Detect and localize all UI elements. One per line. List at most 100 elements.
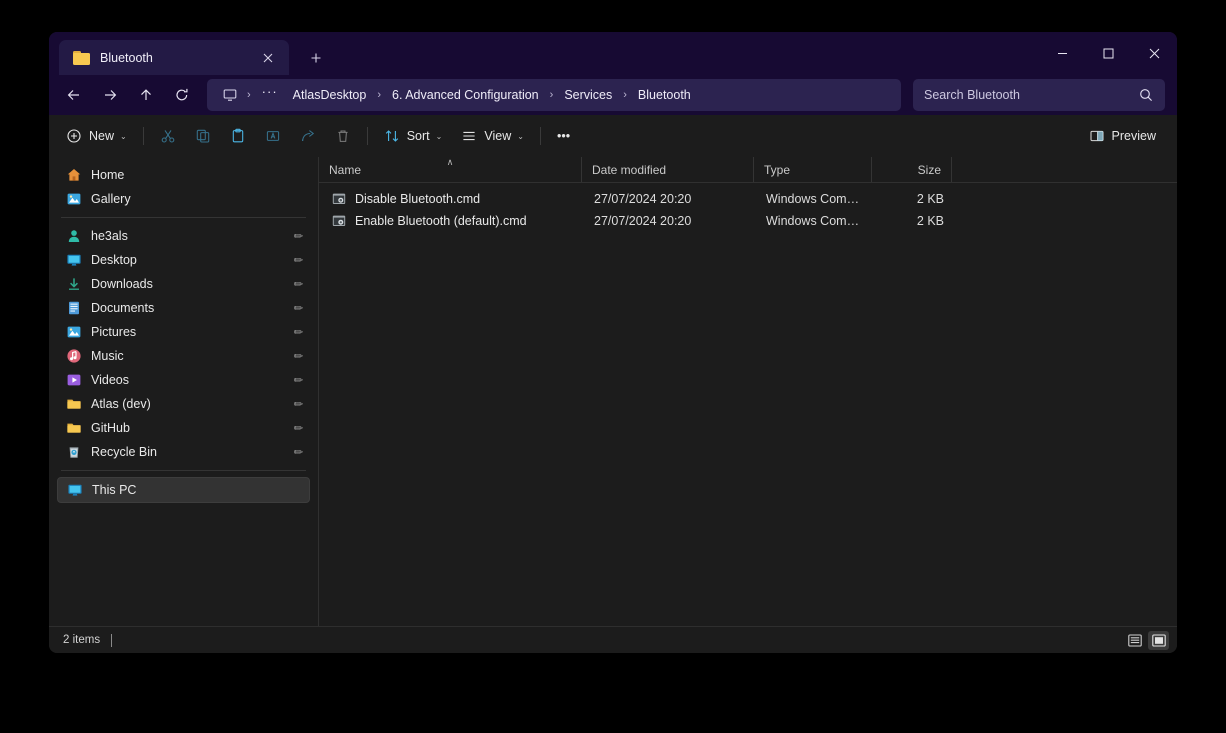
breadcrumb-separator: › bbox=[374, 89, 384, 101]
sidebar-item-label: Home bbox=[91, 168, 302, 182]
pin-icon[interactable]: ✐ bbox=[290, 276, 306, 292]
delete-button[interactable] bbox=[326, 121, 360, 151]
tab-strip: Bluetooth bbox=[49, 32, 329, 75]
file-name-label: Disable Bluetooth.cmd bbox=[355, 192, 480, 206]
column-header-label: Date modified bbox=[592, 163, 666, 177]
copy-button[interactable] bbox=[186, 121, 220, 151]
sidebar-item-he3als[interactable]: he3als ✐ bbox=[57, 224, 310, 248]
tab-bluetooth[interactable]: Bluetooth bbox=[59, 40, 289, 75]
forward-button[interactable] bbox=[93, 80, 127, 110]
sidebar-item-recycle-bin[interactable]: Recycle Bin ✐ bbox=[57, 440, 310, 464]
paste-button[interactable] bbox=[221, 121, 255, 151]
status-bar: 2 items bbox=[49, 626, 1177, 653]
breadcrumb-separator: › bbox=[244, 89, 254, 101]
file-type-cell: Windows Comma... bbox=[756, 214, 874, 228]
toolbar-divider bbox=[540, 127, 541, 145]
sidebar-item-documents[interactable]: Documents ✐ bbox=[57, 296, 310, 320]
search-input[interactable]: Search Bluetooth bbox=[924, 88, 1138, 102]
sidebar-item-downloads[interactable]: Downloads ✐ bbox=[57, 272, 310, 296]
file-size-cell: 2 KB bbox=[874, 192, 954, 206]
more-options-button[interactable]: ••• bbox=[548, 121, 579, 151]
table-row[interactable]: Enable Bluetooth (default).cmd 27/07/202… bbox=[321, 210, 1175, 232]
this-pc-icon bbox=[67, 482, 83, 498]
preview-pane-label: Preview bbox=[1112, 129, 1156, 143]
up-button[interactable] bbox=[129, 80, 163, 110]
view-button-label: View bbox=[484, 129, 511, 143]
sort-button-label: Sort bbox=[407, 129, 430, 143]
refresh-button[interactable] bbox=[165, 80, 199, 110]
share-button[interactable] bbox=[291, 121, 325, 151]
sidebar-item-home[interactable]: Home bbox=[57, 163, 310, 187]
pin-icon[interactable]: ✐ bbox=[290, 252, 306, 268]
new-button[interactable]: New ⌄ bbox=[57, 121, 136, 151]
sidebar-item-atlas-dev[interactable]: Atlas (dev) ✐ bbox=[57, 392, 310, 416]
minimize-button[interactable] bbox=[1039, 32, 1085, 75]
sidebar-item-label: Videos bbox=[91, 373, 284, 387]
sidebar-item-gallery[interactable]: Gallery bbox=[57, 187, 310, 211]
column-header-type[interactable]: Type bbox=[754, 157, 872, 182]
close-window-button[interactable] bbox=[1131, 32, 1177, 75]
breadcrumb-overflow-button[interactable]: ··· bbox=[255, 87, 285, 103]
title-bar: Bluetooth bbox=[49, 32, 1177, 75]
pin-icon[interactable]: ✐ bbox=[290, 348, 306, 364]
sidebar-item-this-pc[interactable]: This PC bbox=[57, 477, 310, 503]
file-size-cell: 2 KB bbox=[874, 214, 954, 228]
preview-pane-button[interactable]: Preview bbox=[1080, 121, 1165, 151]
sort-button[interactable]: Sort ⌄ bbox=[375, 121, 452, 151]
large-icons-view-button[interactable] bbox=[1148, 631, 1169, 650]
details-view-button[interactable] bbox=[1124, 631, 1145, 650]
pin-icon[interactable]: ✐ bbox=[290, 420, 306, 436]
pictures-icon bbox=[66, 324, 82, 340]
navigation-pane: Home Gallery he3als ✐ bbox=[49, 157, 318, 626]
breadcrumb-services[interactable]: Services bbox=[557, 84, 619, 106]
pin-icon[interactable]: ✐ bbox=[290, 324, 306, 340]
music-icon bbox=[66, 348, 82, 364]
pin-icon[interactable]: ✐ bbox=[290, 228, 306, 244]
pin-icon[interactable]: ✐ bbox=[290, 444, 306, 460]
sidebar-item-desktop[interactable]: Desktop ✐ bbox=[57, 248, 310, 272]
rename-button[interactable] bbox=[256, 121, 290, 151]
search-box[interactable]: Search Bluetooth bbox=[913, 79, 1165, 111]
file-list-pane: ∧ Name Date modified Type Size bbox=[319, 157, 1177, 626]
breadcrumb-atlasdesktop[interactable]: AtlasDesktop bbox=[286, 84, 374, 106]
view-button[interactable]: View ⌄ bbox=[452, 121, 533, 151]
column-header-name[interactable]: ∧ Name bbox=[319, 157, 582, 182]
breadcrumb-advanced-configuration[interactable]: 6. Advanced Configuration bbox=[385, 84, 546, 106]
back-button[interactable] bbox=[57, 80, 91, 110]
sidebar-item-music[interactable]: Music ✐ bbox=[57, 344, 310, 368]
column-header-date-modified[interactable]: Date modified bbox=[582, 157, 754, 182]
sidebar-item-pictures[interactable]: Pictures ✐ bbox=[57, 320, 310, 344]
new-tab-button[interactable] bbox=[303, 45, 329, 71]
sidebar-item-label: Downloads bbox=[91, 277, 284, 291]
sidebar-item-videos[interactable]: Videos ✐ bbox=[57, 368, 310, 392]
sidebar-divider bbox=[61, 470, 306, 471]
sidebar-item-label: GitHub bbox=[91, 421, 284, 435]
desktop-icon bbox=[66, 252, 82, 268]
documents-icon bbox=[66, 300, 82, 316]
folder-icon bbox=[66, 396, 82, 412]
close-tab-icon[interactable] bbox=[255, 45, 281, 71]
sidebar-item-label: This PC bbox=[92, 483, 301, 497]
user-icon bbox=[66, 228, 82, 244]
home-icon bbox=[66, 167, 82, 183]
sidebar-item-github[interactable]: GitHub ✐ bbox=[57, 416, 310, 440]
folder-icon bbox=[73, 51, 90, 65]
cut-button[interactable] bbox=[151, 121, 185, 151]
item-count-label: 2 items bbox=[63, 634, 100, 646]
gallery-icon bbox=[66, 191, 82, 207]
sort-ascending-icon: ∧ bbox=[319, 158, 581, 166]
pin-icon[interactable]: ✐ bbox=[290, 300, 306, 316]
file-name-cell: Disable Bluetooth.cmd bbox=[321, 191, 584, 207]
this-pc-breadcrumb-icon[interactable] bbox=[217, 84, 243, 106]
sidebar-item-label: Gallery bbox=[91, 192, 302, 206]
pin-icon[interactable]: ✐ bbox=[290, 396, 306, 412]
cmd-script-icon bbox=[331, 213, 347, 229]
recycle-bin-icon bbox=[66, 444, 82, 460]
column-header-label: Type bbox=[764, 163, 790, 177]
maximize-button[interactable] bbox=[1085, 32, 1131, 75]
breadcrumb-bluetooth[interactable]: Bluetooth bbox=[631, 84, 698, 106]
breadcrumb: › ··· AtlasDesktop › 6. Advanced Configu… bbox=[207, 79, 901, 111]
column-header-size[interactable]: Size bbox=[872, 157, 952, 182]
pin-icon[interactable]: ✐ bbox=[290, 372, 306, 388]
table-row[interactable]: Disable Bluetooth.cmd 27/07/2024 20:20 W… bbox=[321, 188, 1175, 210]
